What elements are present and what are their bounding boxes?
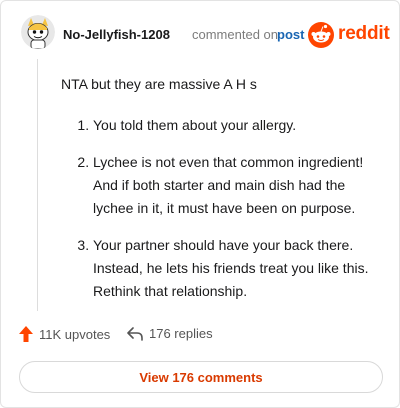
thread-line xyxy=(37,59,38,311)
view-comments-button[interactable]: View 176 comments xyxy=(19,361,383,393)
list-item: Your partner should have your back there… xyxy=(93,234,379,303)
comment-header: No-Jellyfish-1208 commented on post redd… xyxy=(19,15,390,55)
reply-count: 176 replies xyxy=(149,326,213,341)
list-item: You told them about your allergy. xyxy=(93,114,379,137)
commented-on-label: commented on xyxy=(192,27,278,42)
upvote-count: 11K upvotes xyxy=(39,326,111,342)
comment-intro: NTA but they are massive A H s xyxy=(61,76,257,92)
list-item: Lychee is not even that common ingredien… xyxy=(93,151,379,220)
replies-button[interactable]: 176 replies xyxy=(127,326,213,341)
reddit-logo-icon xyxy=(308,22,334,48)
comment-card: No-Jellyfish-1208 commented on post redd… xyxy=(0,0,400,408)
avatar-snoo-icon xyxy=(21,15,55,49)
reply-arrow-icon xyxy=(127,326,143,341)
post-link[interactable]: post xyxy=(277,27,304,42)
upvote-button[interactable]: 11K upvotes xyxy=(19,326,110,342)
comment-body: NTA but they are massive A H s You told … xyxy=(61,73,379,317)
avatar[interactable] xyxy=(21,15,55,49)
comment-author[interactable]: No-Jellyfish-1208 xyxy=(63,27,170,42)
upvote-arrow-icon xyxy=(19,326,33,342)
comment-list: You told them about your allergy. Lychee… xyxy=(61,114,379,303)
reddit-wordmark: reddit xyxy=(338,23,390,44)
reddit-logo[interactable]: reddit xyxy=(308,21,394,49)
